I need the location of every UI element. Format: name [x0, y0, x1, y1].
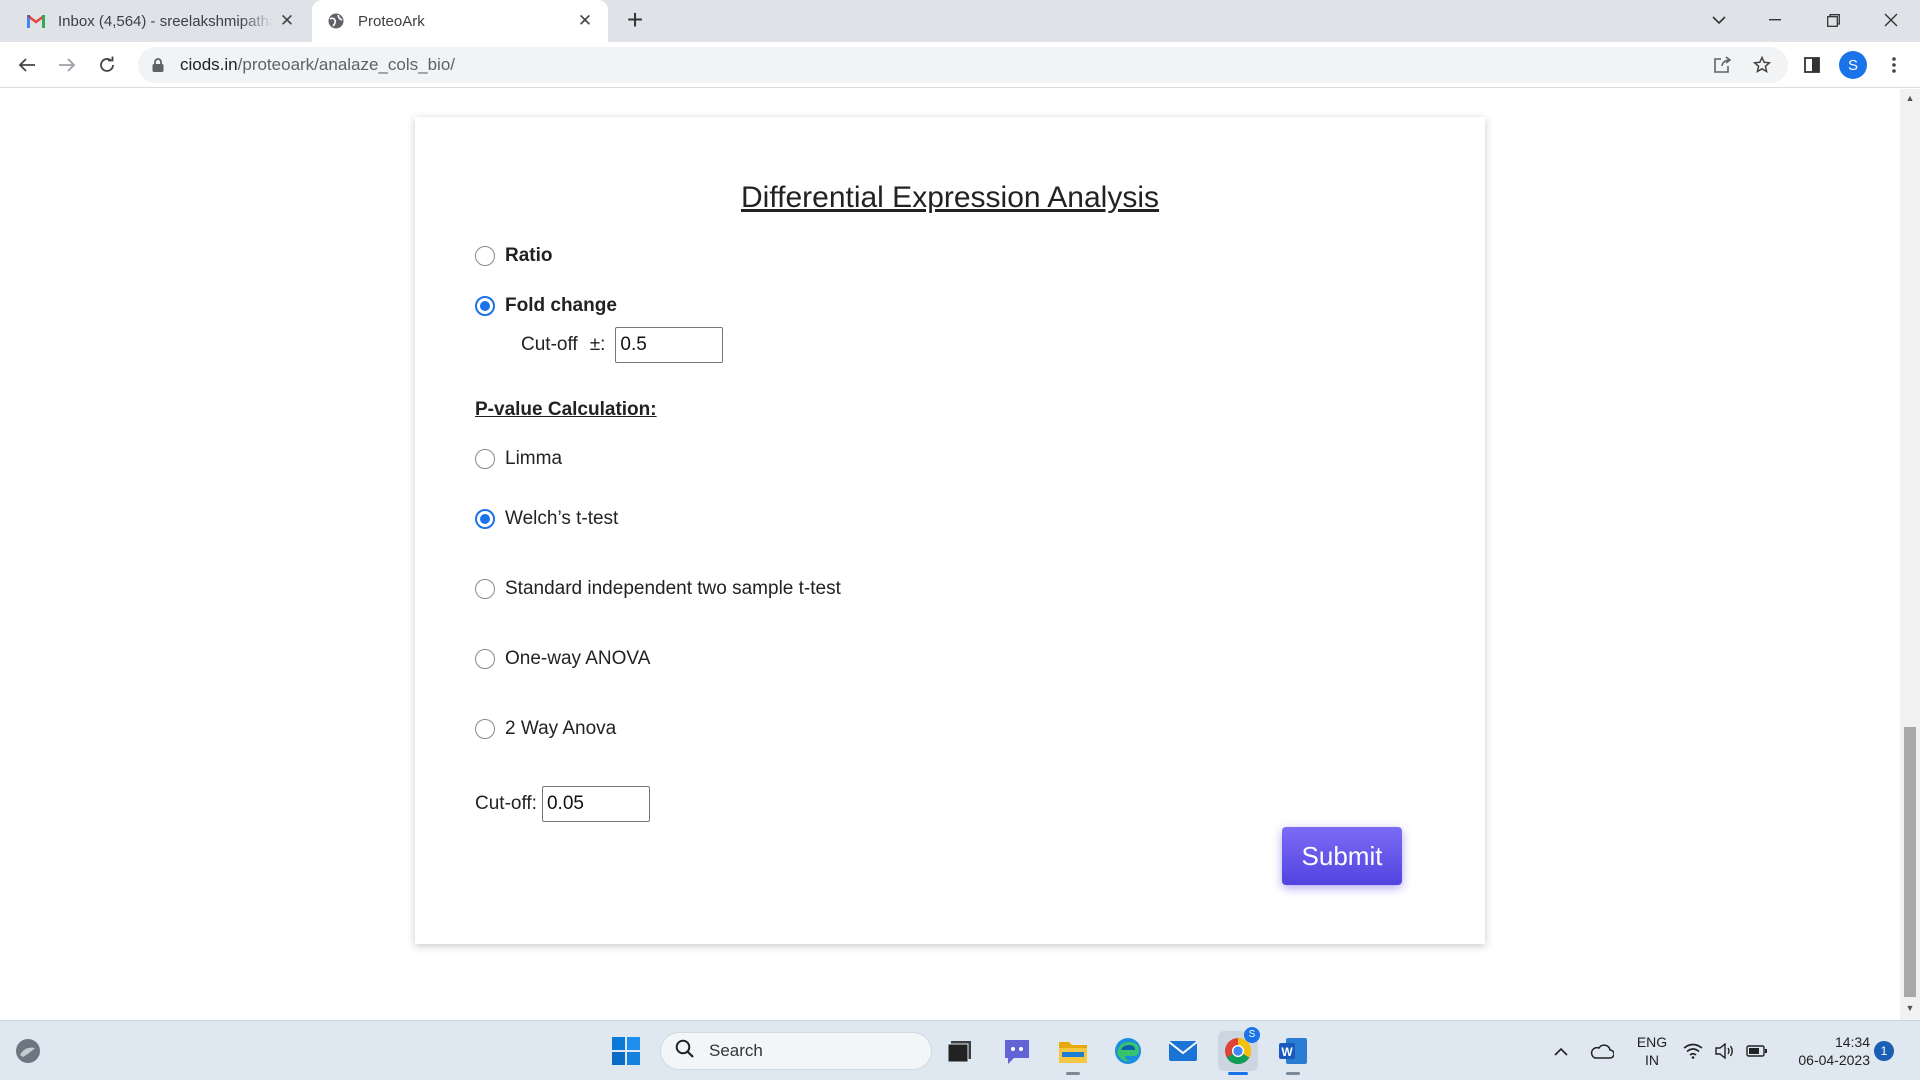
clock[interactable]: 14:34 06-04-2023	[1780, 1033, 1870, 1069]
notification-badge[interactable]: 1	[1874, 1041, 1894, 1061]
fold-cutoff-label: Cut-off	[521, 334, 578, 355]
side-panel-icon[interactable]	[1797, 50, 1827, 80]
ratio-option[interactable]: Ratio	[475, 245, 553, 267]
fold-change-radio[interactable]	[475, 296, 495, 316]
address-bar[interactable]: ciods.in/proteoark/analaze_cols_bio/	[138, 47, 1788, 83]
fold-cutoff-row: Cut-off ±:	[521, 327, 724, 363]
language-indicator[interactable]: ENG IN	[1628, 1033, 1676, 1069]
ratio-radio[interactable]	[475, 246, 495, 266]
battery-icon[interactable]	[1741, 1031, 1773, 1071]
word-icon[interactable]: W	[1273, 1031, 1313, 1071]
method-label: Welch’s t-test	[505, 508, 619, 529]
menu-dots-icon[interactable]	[1879, 50, 1909, 80]
taskbar-search[interactable]: Search	[660, 1032, 932, 1070]
search-label: Search	[709, 1041, 763, 1060]
page-title: Differential Expression Analysis	[741, 181, 1159, 214]
tab-title: ProteoArk	[358, 12, 425, 30]
limma-radio[interactable]	[475, 449, 495, 469]
search-icon	[675, 1039, 695, 1064]
mail-icon[interactable]	[1163, 1031, 1203, 1071]
svg-text:W: W	[1281, 1045, 1293, 1059]
onedrive-cloud-icon[interactable]	[1582, 1031, 1622, 1071]
clock-date: 06-04-2023	[1798, 1052, 1870, 1068]
reload-icon[interactable]	[92, 50, 122, 80]
gmail-icon	[26, 11, 46, 31]
back-arrow-icon[interactable]	[12, 50, 42, 80]
method-option-two-sample[interactable]: Standard independent two sample t-test	[475, 578, 841, 600]
method-option-limma[interactable]: Limma	[475, 448, 562, 470]
analysis-card: Differential Expression Analysis Ratio F…	[415, 117, 1485, 944]
restore-icon[interactable]	[1810, 0, 1856, 40]
plus-minus-label: ±:	[589, 334, 606, 355]
welch-radio[interactable]	[475, 509, 495, 529]
tab-title: Inbox (4,564) - sreelakshmipathak@gmail.…	[58, 12, 273, 30]
edge-browser-icon[interactable]	[1108, 1031, 1148, 1071]
clock-time: 14:34	[1834, 1034, 1870, 1050]
tab-search-chevron-icon[interactable]	[1696, 0, 1742, 40]
fold-change-option[interactable]: Fold change	[475, 295, 617, 317]
windows-start-icon[interactable]	[606, 1031, 646, 1071]
chrome-profile-badge: S	[1244, 1027, 1260, 1043]
language-code: ENG	[1636, 1034, 1668, 1050]
method-label: Limma	[505, 448, 563, 469]
close-tab-icon[interactable]: ✕	[576, 12, 594, 30]
url-host: ciods.in	[180, 55, 238, 74]
pvalue-heading: P-value Calculation:	[475, 399, 657, 420]
share-icon[interactable]	[1707, 50, 1737, 80]
lock-icon[interactable]	[152, 58, 166, 72]
submit-button[interactable]: Submit	[1282, 827, 1402, 885]
minimize-icon[interactable]	[1752, 0, 1798, 40]
page-scrollbar[interactable]: ▲ ▼	[1900, 89, 1920, 1020]
pvalue-cutoff-row: Cut-off:	[475, 786, 650, 822]
url-path: /proteoark/analaze_cols_bio/	[237, 55, 456, 74]
scroll-down-icon[interactable]: ▼	[1904, 1003, 1916, 1015]
method-label: 2 Way Anova	[505, 718, 617, 739]
fold-cutoff-input[interactable]	[615, 327, 724, 363]
bookmark-star-icon[interactable]	[1747, 50, 1777, 80]
close-tab-icon[interactable]: ✕	[278, 12, 296, 30]
taskbar: Search S W ENG IN 14:34 06-04-2023 1	[0, 1020, 1920, 1080]
chrome-active-indicator	[1228, 1072, 1248, 1075]
page-viewport: Differential Expression Analysis Ratio F…	[0, 89, 1900, 1020]
pvalue-cutoff-label: Cut-off:	[475, 793, 537, 814]
globe-icon	[326, 11, 346, 31]
method-label: Standard independent two sample t-test	[505, 578, 841, 599]
explorer-running-indicator	[1066, 1072, 1080, 1075]
method-option-welch[interactable]: Welch’s t-test	[475, 508, 618, 530]
scroll-thumb[interactable]	[1904, 727, 1916, 997]
fold-change-label: Fold change	[505, 295, 617, 316]
pvalue-cutoff-input[interactable]	[541, 786, 650, 822]
forward-arrow-icon[interactable]	[52, 50, 82, 80]
close-window-icon[interactable]	[1868, 0, 1914, 40]
show-hidden-icons-chevron-icon[interactable]	[1541, 1031, 1581, 1071]
file-explorer-icon[interactable]	[1053, 1031, 1093, 1071]
task-view-icon[interactable]	[940, 1031, 980, 1071]
tab-proteoark[interactable]: ProteoArk ✕	[312, 0, 608, 42]
weather-widget-icon[interactable]	[8, 1031, 48, 1071]
tab-gmail[interactable]: Inbox (4,564) - sreelakshmipathak@gmail.…	[12, 0, 310, 42]
tab-strip: Inbox (4,564) - sreelakshmipathak@gmail.…	[0, 0, 1920, 42]
method-option-two-way-anova[interactable]: 2 Way Anova	[475, 718, 616, 740]
volume-icon[interactable]	[1709, 1031, 1741, 1071]
teams-chat-icon[interactable]	[997, 1031, 1037, 1071]
ratio-label: Ratio	[505, 245, 553, 266]
one-way-anova-radio[interactable]	[475, 649, 495, 669]
browser-toolbar: ciods.in/proteoark/analaze_cols_bio/ S	[0, 42, 1920, 88]
new-tab-button[interactable]: +	[620, 6, 650, 36]
profile-avatar[interactable]: S	[1839, 51, 1867, 79]
region-code: IN	[1645, 1052, 1659, 1068]
method-label: One-way ANOVA	[505, 648, 651, 669]
method-option-one-way-anova[interactable]: One-way ANOVA	[475, 648, 650, 670]
two-sample-radio[interactable]	[475, 579, 495, 599]
two-way-anova-radio[interactable]	[475, 719, 495, 739]
word-running-indicator	[1286, 1072, 1300, 1075]
scroll-up-icon[interactable]: ▲	[1904, 93, 1916, 105]
wifi-icon[interactable]	[1677, 1031, 1709, 1071]
chrome-taskbar-icon[interactable]: S	[1218, 1027, 1260, 1071]
